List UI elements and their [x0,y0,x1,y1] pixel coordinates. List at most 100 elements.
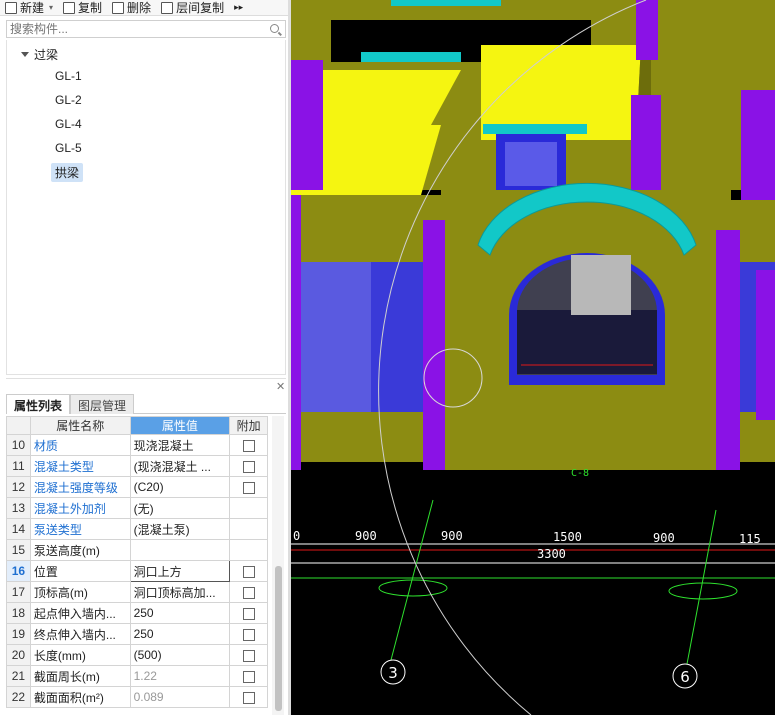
tab-property-list[interactable]: 属性列表 [6,394,71,414]
table-row[interactable]: 12 混凝土强度等级 (C20) [6,476,268,498]
left-panel: 新建 ▾ 复制 删除 层间复制 ▸▸ 过梁 GL-1 GL-2 GL-4 GL-… [0,0,290,715]
search-input[interactable] [10,22,260,36]
new-button[interactable]: 新建 ▾ [0,0,58,15]
extra-cell [229,476,268,498]
component-toolbar: 新建 ▾ 复制 删除 层间复制 ▸▸ [0,0,290,16]
delete-label: 删除 [127,1,152,15]
property-value[interactable]: (C20) [129,476,231,498]
row-number: 18 [6,602,31,624]
blue-window-inner [505,142,557,186]
new-label: 新建 [20,1,45,15]
row-number: 14 [6,518,31,540]
property-value[interactable]: 1.22 [129,665,231,687]
row-number: 11 [6,455,31,477]
wall-base [291,412,441,462]
extra-checkbox[interactable] [242,691,255,704]
property-value[interactable]: 洞口顶标高加... [129,581,231,603]
more-icon: ▸▸ [234,2,244,12]
property-value[interactable]: (混凝土泵) [129,518,231,540]
table-row[interactable]: 18 起点伸入墙内... 250 [6,602,268,624]
table-row[interactable]: 13 混凝土外加剂 (无) [6,497,268,519]
table-row[interactable]: 15 泵送高度(m) [6,539,268,561]
close-icon[interactable]: ✕ [276,380,285,393]
property-value[interactable]: 250 [129,623,231,645]
purple-column [631,95,661,195]
header-num [6,416,31,435]
property-value[interactable]: (无) [129,497,231,519]
property-name: 泵送类型 [29,518,131,540]
extra-checkbox[interactable] [242,649,255,662]
property-value[interactable] [129,539,231,561]
property-name: 长度(mm) [29,644,131,666]
dim-label: 115 [739,532,761,546]
property-value[interactable]: 0.089 [129,686,231,708]
property-name: 混凝土外加剂 [29,497,131,519]
property-value[interactable]: 250 [129,602,231,624]
row-number: 10 [6,434,31,456]
tree-item[interactable]: GL-5 [51,140,86,156]
row-number: 21 [6,665,31,687]
extra-checkbox[interactable] [242,565,255,578]
tree-item[interactable]: GL-2 [51,92,86,108]
extra-cell [229,602,268,624]
main-wall-left [291,195,441,270]
extra-cell [229,623,268,645]
table-row[interactable]: 14 泵送类型 (混凝土泵) [6,518,268,540]
property-value[interactable]: 洞口上方 [129,560,231,582]
tree-item[interactable]: GL-1 [51,68,86,84]
property-value[interactable]: (现浇混凝土 ... [129,455,231,477]
extra-checkbox[interactable] [242,670,255,683]
dim-label: 900 [355,529,377,543]
extra-checkbox[interactable] [242,439,255,452]
model-canvas[interactable]: C-8 0 900 900 1500 900 115 3300 3 6 [291,0,775,715]
table-row[interactable]: 19 终点伸入墙内... 250 [6,623,268,645]
property-value[interactable]: 现浇混凝土 [129,434,231,456]
property-table: 属性名称 属性值 附加 10 材质 现浇混凝土 11 混凝土类型 (现浇混凝土 ... 12… [6,416,268,708]
scrollbar-thumb[interactable] [275,566,282,711]
table-row[interactable]: 22 截面面积(m²) 0.089 [6,686,268,708]
extra-checkbox[interactable] [242,607,255,620]
axis-label: 6 [680,668,690,686]
search-box [6,20,286,38]
extra-cell [229,644,268,666]
search-icon[interactable] [270,24,279,33]
delete-button[interactable]: 删除 [107,0,156,15]
tree-item-selected[interactable]: 拱梁 [51,163,84,182]
dim-label: 1500 [553,530,582,544]
3d-viewport[interactable]: C-8 0 900 900 1500 900 115 3300 3 6 [291,0,775,715]
tree-item[interactable]: GL-4 [51,116,86,132]
table-row[interactable]: 21 截面周长(m) 1.22 [6,665,268,687]
component-tree: 过梁 GL-1 GL-2 GL-4 GL-5 拱梁 [6,40,286,375]
floor-area [291,470,775,715]
property-scrollbar[interactable] [272,416,284,715]
new-icon [5,1,17,14]
extra-checkbox[interactable] [242,628,255,641]
extra-checkbox[interactable] [242,586,255,599]
extra-checkbox[interactable] [242,481,255,494]
copy-button[interactable]: 复制 [58,0,107,15]
dim-label: 900 [653,531,675,545]
dim-label: 900 [441,529,463,543]
table-row[interactable]: 20 长度(mm) (500) [6,644,268,666]
property-name: 材质 [29,434,131,456]
extra-checkbox[interactable] [242,460,255,473]
table-row[interactable]: 11 混凝土类型 (现浇混凝土 ... [6,455,268,477]
expand-arrow-icon[interactable] [21,52,29,57]
property-name: 起点伸入墙内... [29,602,131,624]
extra-cell [229,539,268,561]
tab-layer-management[interactable]: 图层管理 [70,394,135,414]
chevron-down-icon[interactable]: ▾ [49,3,53,12]
tree-node-lintel[interactable]: 过梁 [21,46,58,63]
row-number: 22 [6,686,31,708]
blue-panel-face [291,262,371,412]
table-row[interactable]: 10 材质 现浇混凝土 [6,434,268,456]
copy-label: 复制 [78,1,103,15]
toolbar-more-button[interactable]: ▸▸ [229,0,248,15]
property-value[interactable]: (500) [129,644,231,666]
floor-copy-icon [161,1,174,14]
floor-copy-button[interactable]: 层间复制 [156,0,229,15]
table-row[interactable]: 17 顶标高(m) 洞口顶标高加... [6,581,268,603]
extra-cell [229,665,268,687]
header-extra: 附加 [229,416,268,435]
table-row[interactable]: 16 位置 洞口上方 [6,560,268,582]
